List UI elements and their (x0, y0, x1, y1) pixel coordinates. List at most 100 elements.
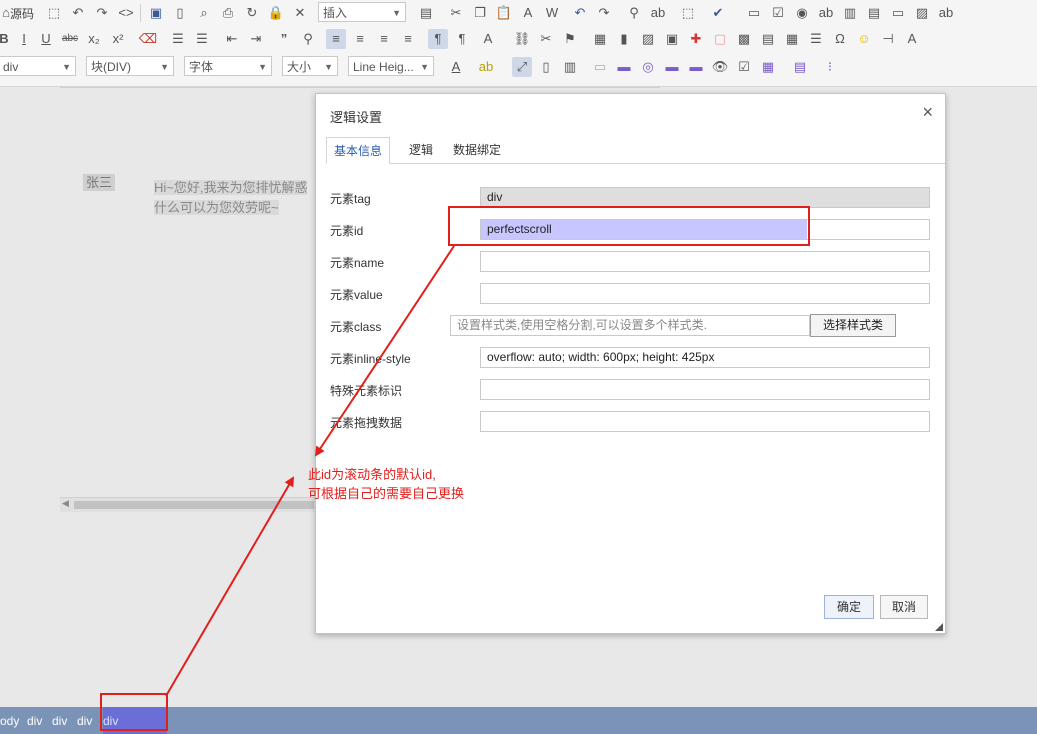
bar-chart-icon[interactable]: ▮ (614, 29, 634, 49)
scrollbar-thumb[interactable] (74, 501, 314, 509)
clear-icon[interactable]: ✕ (290, 3, 310, 23)
flash-icon[interactable]: ▣ (662, 29, 682, 49)
crumb-body[interactable]: ody (0, 714, 19, 728)
superscript-icon[interactable]: x² (108, 29, 128, 49)
paste-icon[interactable]: 📋 (494, 3, 514, 23)
block-type-dropdown[interactable]: 块(DIV) ▼ (86, 56, 174, 76)
resize-handle-icon[interactable] (935, 623, 943, 631)
undo-icon[interactable]: ↶ (570, 3, 590, 23)
text-color-icon[interactable]: A (446, 57, 466, 77)
widget-2-icon[interactable]: ◎ (638, 57, 658, 77)
tab-basic-info[interactable]: 基本信息 (326, 137, 391, 164)
align-left-icon[interactable]: ≡ (326, 29, 346, 49)
id-field[interactable]: perfectscroll (480, 219, 930, 240)
redo-icon[interactable]: ↷ (594, 3, 614, 23)
refresh-icon[interactable]: ↻ (242, 3, 262, 23)
paste-text-icon[interactable]: A (518, 3, 538, 23)
line-height-dropdown[interactable]: Line Heig... ▼ (348, 56, 434, 76)
crumb-div-1[interactable]: div (27, 714, 42, 728)
replace-icon[interactable]: ab (648, 3, 668, 23)
copy-icon[interactable]: ❐ (470, 3, 490, 23)
div-plain-icon[interactable]: ▭ (590, 57, 610, 77)
align-center-icon[interactable]: ≡ (350, 29, 370, 49)
undo-gray-icon[interactable]: ↶ (68, 3, 88, 23)
code-icon[interactable]: <> (116, 3, 136, 23)
special-char-icon[interactable]: Ω (830, 29, 850, 49)
language-icon[interactable]: A (478, 29, 498, 49)
div-container-icon[interactable]: ▥ (560, 57, 580, 77)
source-button[interactable]: 源码 (10, 5, 34, 22)
bold-icon[interactable]: B (0, 29, 14, 49)
tab-logic[interactable]: 逻辑 (402, 137, 440, 162)
table-layout-icon[interactable]: ▤ (790, 57, 810, 77)
select-element-icon[interactable]: ⬚ (678, 3, 698, 23)
close-icon[interactable]: × (922, 103, 933, 121)
crumb-div-2[interactable]: div (52, 714, 67, 728)
name-field[interactable] (480, 251, 930, 272)
insert-dropdown[interactable]: 插入 ▼ (318, 2, 406, 22)
italic-icon[interactable]: I (14, 29, 34, 49)
spellcheck-icon[interactable]: ✔ (708, 3, 728, 23)
font-color-a-icon[interactable]: A (902, 29, 922, 49)
drag-data-field[interactable] (480, 411, 930, 432)
media-icon[interactable]: ▩ (734, 29, 754, 49)
tab-data-binding[interactable]: 数据绑定 (446, 137, 508, 162)
font-family-dropdown[interactable]: 字体 ▼ (184, 56, 272, 76)
outdent-icon[interactable]: ⇤ (222, 29, 242, 49)
special-field[interactable] (480, 379, 930, 400)
numbered-list-icon[interactable]: ☰ (168, 29, 188, 49)
table-icon[interactable]: ▦ (782, 29, 802, 49)
format-dropdown[interactable]: div ▼ (0, 56, 76, 76)
cut-icon[interactable]: ✂ (446, 3, 466, 23)
strike-icon[interactable]: abc (60, 29, 80, 49)
maximize-icon[interactable]: ⤢ (512, 57, 532, 77)
widget-3-icon[interactable]: ▬ (662, 57, 682, 77)
subscript-icon[interactable]: x₂ (84, 29, 104, 49)
smiley-icon[interactable]: ☺ (854, 29, 874, 49)
link-icon[interactable]: ⛓ (512, 29, 532, 49)
indent-icon[interactable]: ⇥ (246, 29, 266, 49)
binoculars-icon[interactable]: ⚲ (298, 29, 318, 49)
ltr-icon[interactable]: ¶ (428, 29, 448, 49)
class-input[interactable]: 设置样式类,使用空格分割,可以设置多个样式类. (450, 315, 810, 336)
select-field-icon[interactable]: ▤ (864, 3, 884, 23)
save-icon[interactable]: ▣ (146, 3, 166, 23)
unlink-icon[interactable]: ✂ (536, 29, 556, 49)
anchor-flag-icon[interactable]: ⚑ (560, 29, 580, 49)
ok-button[interactable]: 确定 (824, 595, 874, 619)
preview-icon[interactable]: ⌕ (194, 3, 214, 23)
new-document-icon[interactable]: ▯ (170, 3, 190, 23)
eye-icon[interactable]: 👁 (710, 57, 730, 77)
check-box-icon[interactable]: ☑ (734, 57, 754, 77)
grid-icon[interactable]: ▦ (758, 57, 778, 77)
show-blocks-icon[interactable]: ▯ (536, 57, 556, 77)
iframe-icon[interactable]: ▢ (710, 29, 730, 49)
crumb-div-3[interactable]: div (77, 714, 92, 728)
bullet-list-icon[interactable]: ☰ (192, 29, 212, 49)
font-size-dropdown[interactable]: 大小 ▼ (282, 56, 338, 76)
textarea-icon[interactable]: ▥ (840, 3, 860, 23)
lock-icon[interactable]: 🔒 (266, 3, 286, 23)
button-field-icon[interactable]: ▭ (888, 3, 908, 23)
print-icon[interactable]: ⎙ (218, 3, 238, 23)
cancel-button[interactable]: 取消 (880, 595, 928, 619)
blockquote-icon[interactable]: ” (274, 29, 294, 49)
widget-4-icon[interactable]: ▬ (686, 57, 706, 77)
scroll-left-icon[interactable]: ◀ (62, 498, 69, 509)
radio-icon[interactable]: ◉ (792, 3, 812, 23)
highlight-icon[interactable]: ab (476, 57, 496, 77)
textfield-icon[interactable]: ab (816, 3, 836, 23)
align-right-icon[interactable]: ≡ (374, 29, 394, 49)
horizontal-rule-icon[interactable]: ☰ (806, 29, 826, 49)
eraser-icon[interactable]: ⌫ (138, 29, 158, 49)
horizontal-scrollbar[interactable]: ◀ (60, 497, 316, 512)
value-field[interactable] (480, 283, 930, 304)
rtl-icon[interactable]: ¶ (452, 29, 472, 49)
frame-icon[interactable]: ▦ (590, 29, 610, 49)
redo-gray-icon[interactable]: ↷ (92, 3, 112, 23)
widget-1-icon[interactable]: ▬ (614, 57, 634, 77)
more-icon[interactable]: ⁝ (820, 57, 840, 77)
plus-icon[interactable]: ✚ (686, 29, 706, 49)
underline-icon[interactable]: U (36, 29, 56, 49)
image-button-icon[interactable]: ▨ (912, 3, 932, 23)
